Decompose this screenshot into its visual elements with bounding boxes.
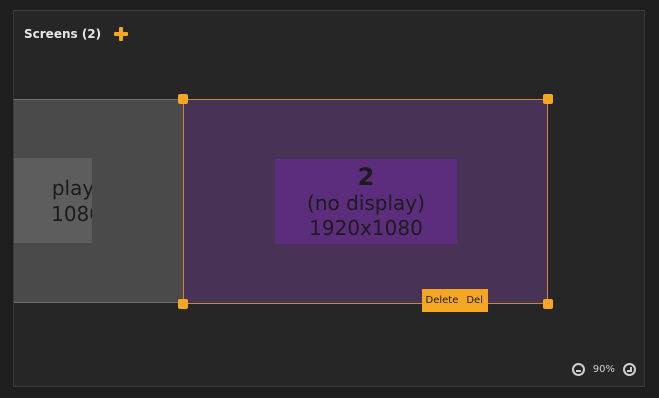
resize-handle-top-left[interactable] <box>178 94 188 104</box>
delete-screen-button[interactable]: Delete Del <box>422 289 488 312</box>
zoom-controls: 90% <box>571 363 636 376</box>
resize-handle-top-right[interactable] <box>543 94 553 104</box>
screen-2-display-text: (no display) <box>307 190 425 215</box>
resize-handle-bottom-left[interactable] <box>178 299 188 309</box>
delete-shortcut: Del <box>466 295 483 306</box>
screen-2-label: 2 (no display) 1920x1080 <box>275 159 457 244</box>
screen-2[interactable]: 2 (no display) 1920x1080 Delete Del <box>178 94 553 312</box>
screen-1-resolution: 1080 <box>51 201 92 226</box>
screen-2-resolution: 1920x1080 <box>309 215 423 240</box>
zoom-in-plus-circle-icon[interactable] <box>623 363 636 376</box>
resize-handle-bottom-right[interactable] <box>543 299 553 309</box>
screen-1-label: play) 1080 <box>14 158 92 243</box>
panel-title: Screens (2) <box>24 27 102 41</box>
delete-label: Delete <box>425 295 459 306</box>
zoom-level: 90% <box>592 364 615 375</box>
screens-panel: Screens (2) play) 1080 2 (no display) 19… <box>13 10 645 387</box>
add-screen-plus-icon[interactable] <box>113 26 129 42</box>
zoom-out-minus-circle-icon[interactable] <box>571 363 585 376</box>
screen-1[interactable]: play) 1080 <box>14 99 184 303</box>
screen-1-display-text: play) <box>51 175 92 200</box>
panel-header: Screens (2) <box>24 26 129 42</box>
screen-2-number: 2 <box>357 162 375 191</box>
